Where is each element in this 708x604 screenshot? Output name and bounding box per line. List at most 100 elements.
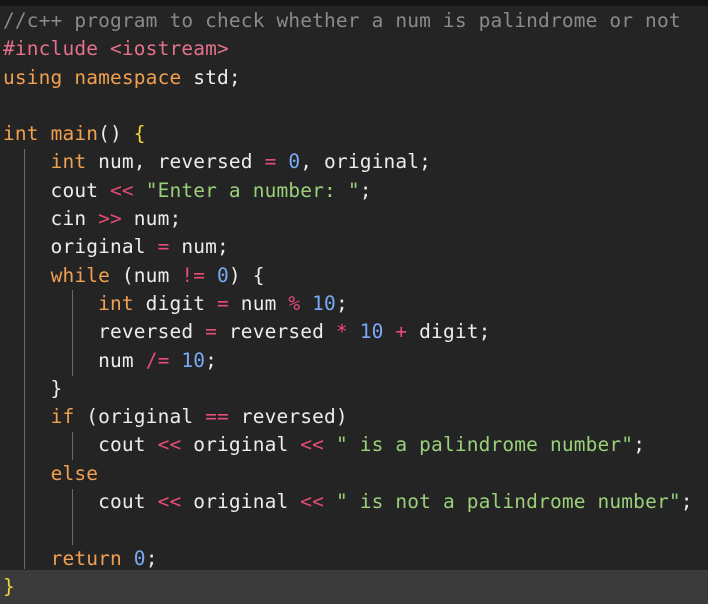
code-token: num; xyxy=(169,235,229,259)
code-token: != xyxy=(181,263,206,287)
code-token: reversed xyxy=(3,320,206,344)
code-line[interactable]: while (num != 0) { xyxy=(3,262,693,290)
code-token: 0 xyxy=(133,546,146,570)
code-line[interactable]: return 0; xyxy=(3,545,693,573)
code-token: cout xyxy=(3,490,158,514)
code-token: = xyxy=(264,150,277,174)
code-token: == xyxy=(205,405,229,429)
code-line[interactable]: else xyxy=(3,460,693,488)
code-line[interactable]: int num, reversed = 0, original; xyxy=(3,148,693,176)
code-token: (num xyxy=(110,263,182,287)
code-line[interactable]: #include <iostream> xyxy=(3,35,693,63)
code-line[interactable]: cin >> num; xyxy=(3,205,693,233)
code-token: original xyxy=(3,235,158,259)
code-token: " is not a palindrome number" xyxy=(335,490,681,514)
code-token: ; xyxy=(680,490,693,514)
indent-guide-main xyxy=(24,149,25,569)
code-area[interactable]: //c++ program to check whether a num is … xyxy=(3,7,693,601)
code-line[interactable]: if (original == reversed) xyxy=(3,403,693,431)
code-token: = xyxy=(205,320,218,344)
code-token: << xyxy=(157,490,182,514)
code-token: 10 xyxy=(359,320,384,344)
code-line[interactable]: original = num; xyxy=(3,233,693,261)
code-line[interactable]: int digit = num % 10; xyxy=(3,290,693,318)
code-token: cout xyxy=(3,433,158,457)
code-token: digit xyxy=(133,291,218,315)
code-token: main xyxy=(50,122,99,146)
code-line[interactable]: num /= 10; xyxy=(3,347,693,375)
code-token: reversed) xyxy=(228,405,348,429)
code-line[interactable]: using namespace std; xyxy=(3,64,693,92)
indent-guide-if xyxy=(72,432,73,460)
code-line[interactable]: } xyxy=(3,573,693,601)
code-line[interactable]: reversed = reversed * 10 + digit; xyxy=(3,318,693,346)
code-editor[interactable]: //c++ program to check whether a num is … xyxy=(0,0,708,604)
code-token: = xyxy=(217,291,229,315)
code-token: " is a palindrome number" xyxy=(335,433,634,457)
code-token: num xyxy=(228,291,289,315)
code-token: using xyxy=(3,65,63,89)
code-token: () xyxy=(98,122,134,146)
code-token: namespace xyxy=(74,65,182,89)
code-token: std; xyxy=(181,65,241,89)
code-token: ; xyxy=(633,433,646,457)
editor-top-bar xyxy=(0,0,708,6)
code-token: original xyxy=(181,433,301,457)
code-token: num, reversed xyxy=(86,150,265,174)
code-token: (original xyxy=(74,405,206,429)
code-token: << xyxy=(110,178,134,202)
code-token: 10 xyxy=(312,291,336,315)
code-token: << xyxy=(300,490,325,514)
code-token: int xyxy=(3,122,39,146)
code-token: cin xyxy=(3,207,99,231)
code-token: 0 xyxy=(288,150,301,174)
code-token: int xyxy=(50,150,87,174)
code-token: ; xyxy=(359,178,372,202)
code-line[interactable] xyxy=(3,92,693,120)
code-line[interactable]: cout << "Enter a number: "; xyxy=(3,177,693,205)
code-line[interactable]: int main() { xyxy=(3,120,693,148)
code-token: int xyxy=(98,291,134,315)
code-token: + xyxy=(395,320,408,344)
indent-guide-while xyxy=(72,290,73,376)
code-line[interactable]: } xyxy=(3,375,693,403)
code-token: <iostream> xyxy=(110,37,229,61)
code-line[interactable]: //c++ program to check whether a num is … xyxy=(3,7,693,35)
code-line[interactable]: cout << original << " is a palindrome nu… xyxy=(3,431,693,459)
indent-guide-else xyxy=(72,489,73,545)
code-token: { xyxy=(133,122,146,146)
code-token: num; xyxy=(121,207,182,231)
code-token: << xyxy=(157,433,182,457)
code-token: * xyxy=(335,320,348,344)
code-token: reversed xyxy=(217,320,336,344)
code-token: } xyxy=(3,574,15,598)
code-token: while xyxy=(50,263,111,287)
code-line[interactable] xyxy=(3,516,693,544)
code-token: /= xyxy=(145,348,170,372)
code-token: 0 xyxy=(217,263,229,287)
code-line[interactable]: cout << original << " is not a palindrom… xyxy=(3,488,693,516)
code-token: % xyxy=(288,291,301,315)
code-token: ; xyxy=(335,291,348,315)
code-token: ) { xyxy=(228,263,265,287)
code-token: } xyxy=(3,376,63,400)
code-token: >> xyxy=(98,207,122,231)
code-token: = xyxy=(157,235,170,259)
